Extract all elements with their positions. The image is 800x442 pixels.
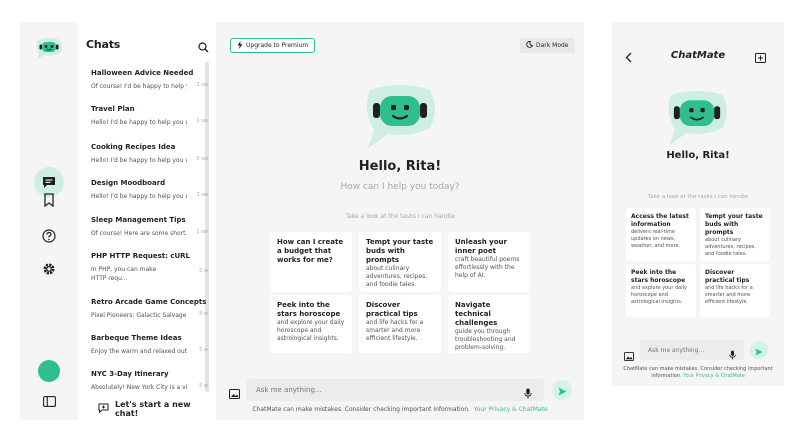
settings-gear-icon[interactable] (20, 254, 78, 284)
new-chat-icon[interactable] (755, 48, 766, 67)
mobile-tasks-label: Take a look at the tasks I can handle (647, 194, 749, 200)
image-upload-icon[interactable] (229, 384, 240, 403)
mobile-card-practical-tips[interactable]: Discover practical tips and life hacks f… (700, 264, 770, 317)
task-card-budget[interactable]: How can I create a budget that works for… (270, 232, 352, 292)
chats-title: Chats (86, 38, 121, 51)
mobile-disclaimer-text: ChatMate can make mistakes. Consider che… (623, 366, 773, 379)
privacy-link[interactable]: Your Privacy & ChatMate (474, 406, 548, 413)
chat-item-travel[interactable]: Travel Plan Hello! I'd be happy to help … (78, 105, 208, 141)
lightning-icon (237, 40, 243, 51)
task-card-practical-tips[interactable]: Discover practical tips and life hacks f… (359, 295, 441, 353)
task-card-taste-buds[interactable]: Tempt your taste buds with prompts about… (359, 232, 441, 292)
send-arrow-icon (558, 381, 567, 400)
new-chat-button[interactable]: Let's start a new chat! (98, 400, 216, 418)
chat-item-barbeque[interactable]: Barbeque Theme Ideas Enjoy the warm and … (78, 334, 208, 370)
mobile-card-taste-buds[interactable]: Tempt your taste buds with prompts about… (700, 208, 770, 261)
chat-item-sleep[interactable]: Sleep Management Tips Of course! Here ar… (78, 216, 208, 252)
chat-item-halloween[interactable]: Halloween Advice Needed Of course! I'd b… (78, 69, 208, 105)
chat-item-php[interactable]: PHP HTTP Request: cURL In PHP, you can m… (78, 252, 208, 294)
main-chat-panel: Upgrade to Premium Dark Mode Hello, Rita… (216, 22, 584, 420)
mobile-preview: ChatMate Hello, Rita! Take a look at the… (612, 22, 784, 386)
task-card-horoscope[interactable]: Peek into the stars horoscope and explor… (270, 295, 352, 353)
task-card-poet[interactable]: Unleash your inner poet craft beautiful … (448, 232, 530, 292)
chat-item-cooking[interactable]: Cooking Recipes Idea Hello! I'd be happy… (78, 143, 208, 179)
mobile-image-upload-icon[interactable] (624, 346, 634, 365)
mobile-message-input[interactable] (648, 346, 728, 354)
search-icon[interactable] (198, 38, 209, 57)
left-rail (20, 22, 78, 420)
tasks-label: Take a look at the tasks I can handle (345, 213, 455, 220)
upgrade-premium-button[interactable]: Upgrade to Premium (230, 38, 316, 53)
mobile-greeting: Hello, Rita! (666, 150, 730, 161)
mobile-message-input-bar (640, 340, 744, 360)
disclaimer-text: ChatMate can make mistakes. Consider che… (252, 406, 548, 413)
mobile-card-latest-info[interactable]: Access the latest information delivers r… (626, 208, 696, 261)
greeting-title: Hello, Rita! (358, 159, 442, 174)
dark-mode-toggle[interactable]: Dark Mode (520, 38, 575, 53)
help-icon[interactable] (20, 221, 78, 251)
message-input[interactable] (256, 386, 516, 394)
robot-mascot-icon (662, 90, 732, 154)
microphone-icon[interactable] (524, 384, 532, 403)
mobile-privacy-link[interactable]: Your Privacy & ChatMate (683, 373, 745, 379)
mobile-microphone-icon[interactable] (729, 345, 736, 364)
moon-icon (526, 41, 534, 50)
message-input-bar (246, 379, 544, 401)
task-card-technical[interactable]: Navigate technical challenges guide you … (448, 295, 530, 353)
robot-mascot-icon (360, 84, 440, 158)
new-chat-icon (98, 403, 109, 415)
user-avatar[interactable] (38, 360, 60, 382)
mobile-send-arrow-icon (755, 341, 763, 360)
bookmark-icon[interactable] (20, 185, 78, 215)
send-button[interactable] (552, 380, 572, 400)
chat-item-design[interactable]: Design Moodboard Hello! I'd be happy to … (78, 179, 208, 215)
chat-item-retro-arcade[interactable]: Retro Arcade Game Concepts Pixel Pioneer… (78, 298, 208, 334)
chat-list-panel: Chats Halloween Advice Needed Of course!… (78, 22, 216, 420)
mobile-card-horoscope[interactable]: Peek into the stars horoscope and explor… (626, 264, 696, 317)
mobile-send-button[interactable] (750, 341, 768, 359)
collapse-sidebar-icon[interactable] (20, 386, 78, 416)
greeting-subtitle: How can I help you today? (340, 182, 460, 192)
chatmate-logo-icon (20, 32, 78, 66)
